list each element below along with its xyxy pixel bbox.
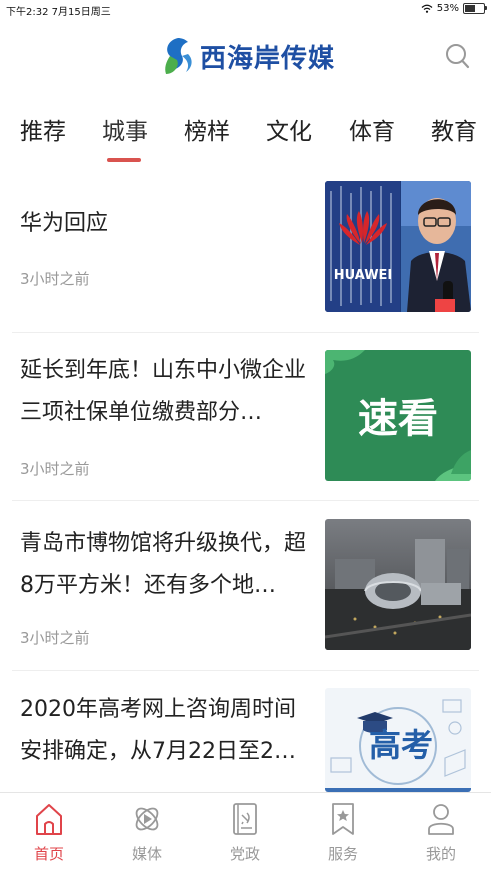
app-header: 西海岸传媒 (0, 18, 491, 96)
divider (12, 332, 479, 333)
news-title[interactable]: 延长到年底！山东中小微企业三项社保单位缴费部分… (20, 350, 316, 434)
status-right: 53% (421, 3, 487, 14)
wifi-icon (421, 4, 433, 13)
battery-icon (463, 3, 487, 14)
logo-mark-icon (165, 38, 192, 74)
news-title[interactable]: 华为回应 (20, 203, 316, 245)
news-thumbnail-gaokao[interactable]: 高考 (325, 688, 471, 792)
bottom-nav: 首页 媒体 党政 服务 我的 (0, 792, 491, 878)
thumb-text: 速看 (358, 396, 438, 442)
media-icon (135, 807, 159, 831)
nav-home[interactable]: 首页 (14, 801, 84, 864)
divider (12, 670, 479, 671)
divider (12, 500, 479, 501)
news-title[interactable]: 2020年高考网上咨询周时间安排确定，从7月22日至2… (20, 689, 316, 773)
nav-label: 我的 (425, 845, 456, 863)
nav-label: 首页 (33, 845, 64, 863)
nav-party[interactable]: 党政 (210, 801, 280, 864)
nav-label: 服务 (327, 845, 358, 863)
home-icon (36, 804, 62, 835)
logo-text: 西海岸传媒 (200, 43, 336, 74)
active-tab-indicator (107, 158, 141, 162)
news-time: 3小时之前 (20, 460, 90, 478)
status-time: 下午2:32 7月15日周三 (6, 7, 111, 18)
news-time: 3小时之前 (20, 629, 90, 647)
category-tabs: 推荐 城事 榜样 文化 体育 教育 (0, 108, 491, 168)
tab-sports[interactable]: 体育 (349, 112, 395, 146)
thumb-text: 高考 (369, 726, 433, 764)
news-thumbnail-museum[interactable] (325, 519, 471, 650)
thumb-text: HUAWEI (334, 268, 393, 283)
search-button[interactable] (443, 40, 473, 72)
news-thumbnail-huawei[interactable]: HUAWEI (325, 181, 471, 312)
nav-label: 媒体 (131, 845, 162, 863)
tab-education[interactable]: 教育 (431, 112, 477, 146)
status-bar: 下午2:32 7月15日周三 53% (0, 0, 491, 18)
nav-label: 党政 (229, 845, 260, 863)
nav-mine[interactable]: 我的 (406, 801, 476, 864)
app-logo: 西海岸传媒 (160, 36, 335, 76)
tab-culture[interactable]: 文化 (266, 112, 312, 146)
tab-city[interactable]: 城事 (102, 112, 148, 146)
tab-role-models[interactable]: 榜样 (184, 112, 230, 146)
news-time: 3小时之前 (20, 270, 90, 288)
party-book-icon (233, 803, 257, 835)
battery-percent: 53% (436, 3, 459, 14)
nav-service[interactable]: 服务 (308, 801, 378, 864)
nav-media[interactable]: 媒体 (112, 801, 182, 864)
search-icon (446, 44, 470, 69)
tab-recommend[interactable]: 推荐 (20, 112, 66, 146)
news-thumbnail-sukan[interactable]: 速看 (325, 350, 471, 481)
user-icon (428, 804, 454, 835)
service-bookmark-icon (332, 803, 354, 835)
news-title[interactable]: 青岛市博物馆将升级换代，超8万平方米！还有多个地… (20, 523, 316, 607)
